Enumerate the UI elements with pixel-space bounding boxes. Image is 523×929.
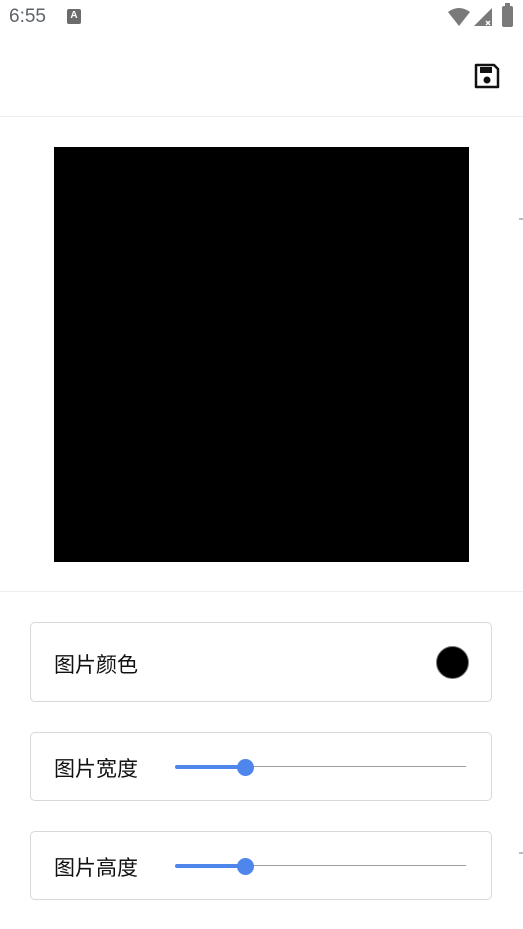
image-height-slider[interactable] <box>175 856 466 876</box>
image-width-slider[interactable] <box>175 757 466 777</box>
image-width-card: 图片宽度 <box>30 732 492 801</box>
app-bar <box>0 36 523 117</box>
status-time: 6:55 <box>9 6 46 27</box>
slider-fill <box>175 765 245 769</box>
slider-thumb[interactable] <box>236 858 254 875</box>
image-width-label: 图片宽度 <box>54 757 138 781</box>
slider-thumb[interactable] <box>236 759 254 776</box>
notification-glyph: A <box>70 10 78 21</box>
battery-icon <box>502 3 513 27</box>
image-height-card: 图片高度 <box>30 831 492 900</box>
status-bar: 6:55 A <box>0 0 523 36</box>
generated-image <box>54 147 469 562</box>
image-color-label: 图片颜色 <box>54 653 138 677</box>
notification-icon: A <box>67 9 81 24</box>
save-icon[interactable] <box>472 61 502 91</box>
slider-fill <box>175 864 245 868</box>
image-height-label: 图片高度 <box>54 856 138 880</box>
image-color-card: 图片颜色 <box>30 622 492 702</box>
signal-icon <box>474 8 492 26</box>
color-picker-swatch[interactable] <box>436 646 469 679</box>
wifi-icon <box>448 8 470 26</box>
preview-area <box>0 117 523 592</box>
